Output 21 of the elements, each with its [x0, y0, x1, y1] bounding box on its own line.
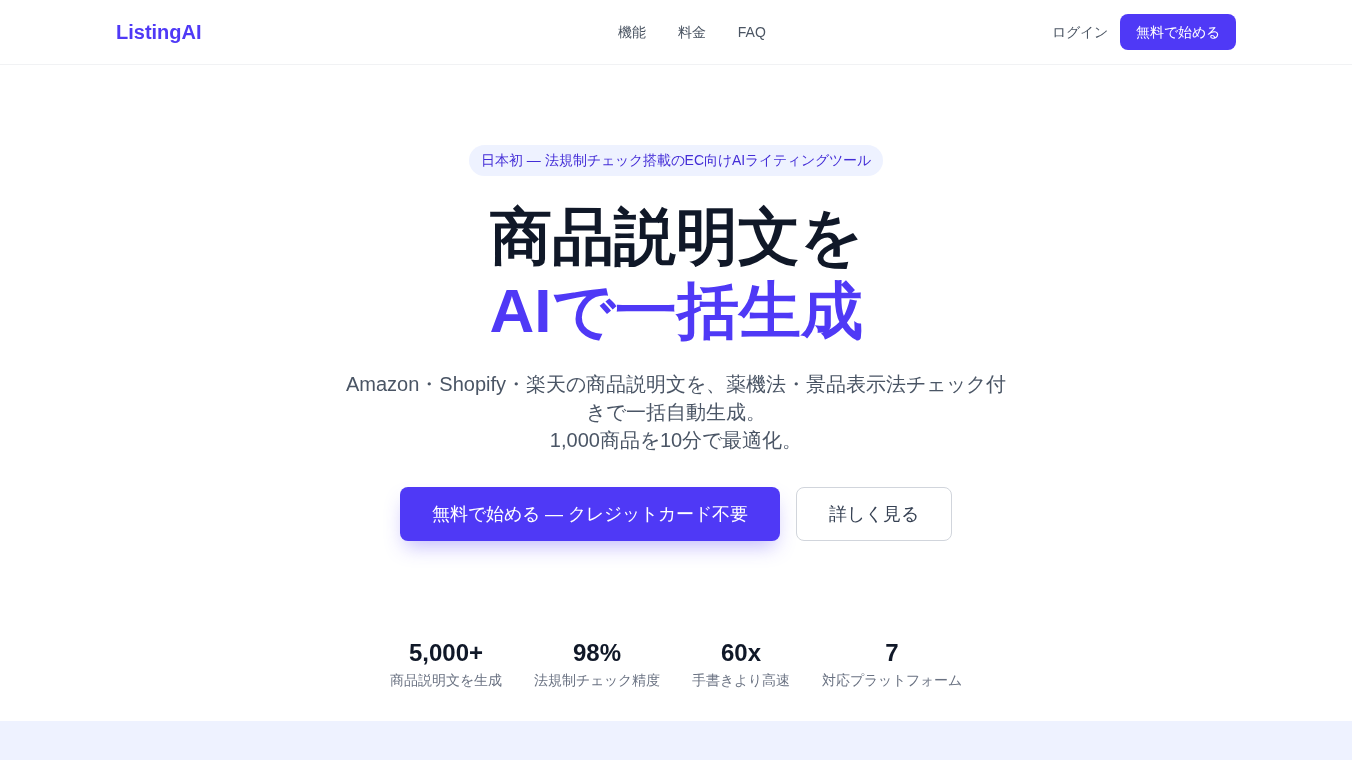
logo[interactable]: ListingAI: [116, 17, 202, 47]
learn-more-button[interactable]: 詳しく見る: [796, 487, 952, 541]
stat-value: 98%: [572, 638, 621, 668]
stat-label: 対応プラットフォーム: [822, 671, 962, 690]
login-link[interactable]: ログイン: [1052, 21, 1108, 43]
stat-label: 手書きより高速: [692, 671, 790, 690]
start-free-button[interactable]: 無料で始める — クレジットカード不要: [400, 487, 780, 541]
nav-link[interactable]: 料金: [677, 21, 706, 43]
stat-value: 5,000+: [408, 638, 484, 668]
stat-label: 法規制チェック精度: [534, 671, 660, 690]
stat-value: 7: [885, 638, 899, 668]
hero-subtitle: 1,000商品を10分で最適化。: [549, 428, 803, 453]
nav-link[interactable]: FAQ: [737, 21, 766, 43]
announcement-badge: 日本初 — 法規制チェック搭載のEC向けAIライティングツール: [468, 145, 884, 176]
hero-heading-line: 商品説明文を: [489, 201, 863, 273]
hero-heading-line: AIで一括生成: [489, 275, 863, 347]
stat-label: 商品説明文を生成: [390, 671, 502, 690]
stat-value: 60x: [720, 638, 761, 668]
hero-subtitle: Amazon・Shopify・楽天の商品説明文を、薬機法・景品表示法チェック付きで一括自動生成。: [344, 372, 1008, 425]
signup-button[interactable]: 無料で始める: [1120, 14, 1236, 50]
nav-link[interactable]: 機能: [617, 21, 646, 43]
